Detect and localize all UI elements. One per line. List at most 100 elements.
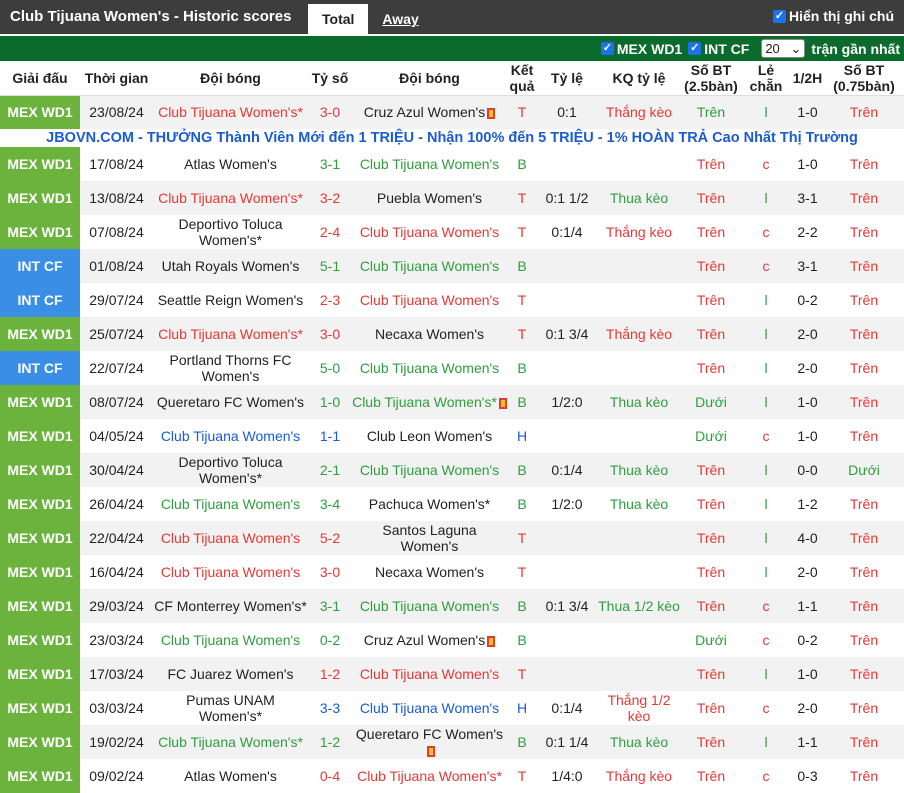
home-team-cell: CF Monterrey Women's* (153, 589, 308, 623)
team-name[interactable]: Santos Laguna Women's (382, 522, 476, 554)
team-name[interactable]: Club Tijuana Women's (360, 224, 499, 240)
team-name[interactable]: Club Tijuana Women's* (158, 734, 303, 750)
score-cell[interactable]: 0-2 (308, 623, 352, 657)
team-name[interactable]: Atlas Women's (184, 156, 277, 172)
league-cell[interactable]: INT CF (0, 249, 80, 283)
score-cell[interactable]: 1-0 (308, 385, 352, 419)
score-cell[interactable]: 1-1 (308, 419, 352, 453)
league-cell[interactable]: MEX WD1 (0, 759, 80, 793)
team-name[interactable]: Utah Royals Women's (162, 258, 300, 274)
league-cell[interactable]: MEX WD1 (0, 95, 80, 129)
team-name[interactable]: Necaxa Women's (375, 564, 484, 580)
team-name[interactable]: Club Tijuana Women's (360, 598, 499, 614)
league-cell[interactable]: MEX WD1 (0, 589, 80, 623)
league-cell[interactable]: INT CF (0, 283, 80, 317)
team-name[interactable]: Club Tijuana Women's (360, 700, 499, 716)
handicap-result-cell (597, 623, 681, 657)
league-cell[interactable]: MEX WD1 (0, 147, 80, 181)
score-cell[interactable]: 1-2 (308, 657, 352, 691)
score-cell[interactable]: 3-0 (308, 95, 352, 129)
score-cell[interactable]: 2-4 (308, 215, 352, 249)
league-cell[interactable]: MEX WD1 (0, 691, 80, 725)
league-cell[interactable]: MEX WD1 (0, 725, 80, 759)
team-name[interactable]: Atlas Women's (184, 768, 277, 784)
team-name[interactable]: Club Tijuana Women's* (352, 394, 497, 410)
league-cell[interactable]: MEX WD1 (0, 181, 80, 215)
team-name[interactable]: Seattle Reign Women's (158, 292, 304, 308)
score-cell[interactable]: 3-4 (308, 487, 352, 521)
team-name[interactable]: Deportivo Toluca Women's* (178, 454, 282, 486)
home-team-cell: Seattle Reign Women's (153, 283, 308, 317)
team-name[interactable]: Deportivo Toluca Women's* (178, 216, 282, 248)
team-name[interactable]: Club Tijuana Women's (161, 530, 300, 546)
league-cell[interactable]: MEX WD1 (0, 419, 80, 453)
ad-banner-link[interactable]: JBOVN.COM - THƯỞNG Thành Viên Mới đến 1 … (0, 129, 904, 147)
result-cell: B (507, 453, 537, 487)
league-cell[interactable]: MEX WD1 (0, 521, 80, 555)
team-name[interactable]: Club Tijuana Women's (161, 496, 300, 512)
league-cell[interactable]: MEX WD1 (0, 317, 80, 351)
score-cell[interactable]: 3-3 (308, 691, 352, 725)
table-row: MEX WD1 25/07/24 Club Tijuana Women's* 3-0 N… (0, 317, 904, 351)
score-cell[interactable]: 2-1 (308, 453, 352, 487)
over-under-cell: Dưới (681, 623, 741, 657)
score-cell[interactable]: 3-0 (308, 317, 352, 351)
checkbox-icon[interactable]: ✓ (773, 9, 786, 23)
league-cell[interactable]: MEX WD1 (0, 555, 80, 589)
team-name[interactable]: Club Tijuana Women's (360, 666, 499, 682)
tab-away[interactable]: Away (368, 4, 432, 34)
team-name[interactable]: Club Tijuana Women's (360, 462, 499, 478)
team-name[interactable]: Club Tijuana Women's* (158, 190, 303, 206)
team-name[interactable]: Club Tijuana Women's (161, 428, 300, 444)
team-name[interactable]: Club Leon Women's (367, 428, 492, 444)
league-cell[interactable]: MEX WD1 (0, 657, 80, 691)
team-name[interactable]: Necaxa Women's (375, 326, 484, 342)
team-name[interactable]: Club Tijuana Women's (360, 360, 499, 376)
team-name[interactable]: Pachuca Women's* (369, 496, 490, 512)
team-name[interactable]: Club Tijuana Women's* (357, 768, 502, 784)
league-cell[interactable]: MEX WD1 (0, 623, 80, 657)
team-name[interactable]: Club Tijuana Women's (360, 258, 499, 274)
date-cell: 16/04/24 (80, 555, 153, 589)
league-cell[interactable]: MEX WD1 (0, 487, 80, 521)
score-cell[interactable]: 3-1 (308, 589, 352, 623)
score-cell[interactable]: 3-2 (308, 181, 352, 215)
home-team-cell: Club Tijuana Women's (153, 623, 308, 657)
team-name[interactable]: Puebla Women's (377, 190, 482, 206)
league-cell[interactable]: INT CF (0, 351, 80, 385)
tab-total[interactable]: Total (308, 4, 369, 34)
team-name[interactable]: Club Tijuana Women's* (158, 104, 303, 120)
result-cell: B (507, 487, 537, 521)
league-cell[interactable]: MEX WD1 (0, 385, 80, 419)
checkbox-icon[interactable]: ✓ (688, 42, 702, 55)
team-name[interactable]: Cruz Azul Women's (364, 632, 485, 648)
team-name[interactable]: Pumas UNAM Women's* (186, 692, 275, 724)
team-name[interactable]: Club Tijuana Women's (161, 632, 300, 648)
filter-league-mex[interactable]: ✓ MEX WD1 (600, 41, 682, 57)
score-cell[interactable]: 1-2 (308, 725, 352, 759)
filter-league-intcf[interactable]: ✓ INT CF (688, 41, 749, 57)
team-name[interactable]: Portland Thorns FC Women's (170, 352, 292, 384)
team-name[interactable]: Club Tijuana Women's (360, 292, 499, 308)
league-cell[interactable]: MEX WD1 (0, 453, 80, 487)
team-name[interactable]: FC Juarez Women's (167, 666, 293, 682)
table-row: INT CF 29/07/24 Seattle Reign Women's 2-3 Cl… (0, 283, 904, 317)
team-name[interactable]: Queretaro FC Women's (157, 394, 304, 410)
match-count-select[interactable]: 20 ⌄ (761, 39, 806, 58)
league-cell[interactable]: MEX WD1 (0, 215, 80, 249)
team-name[interactable]: Club Tijuana Women's (360, 156, 499, 172)
score-cell[interactable]: 5-0 (308, 351, 352, 385)
show-note-toggle[interactable]: ✓ Hiển thị ghi chú (773, 8, 894, 24)
score-cell[interactable]: 3-0 (308, 555, 352, 589)
score-cell[interactable]: 0-4 (308, 759, 352, 793)
score-cell[interactable]: 5-2 (308, 521, 352, 555)
team-name[interactable]: Cruz Azul Women's (364, 104, 485, 120)
score-cell[interactable]: 5-1 (308, 249, 352, 283)
team-name[interactable]: Club Tijuana Women's (161, 564, 300, 580)
handicap-cell (537, 555, 597, 589)
checkbox-icon[interactable]: ✓ (600, 42, 614, 55)
team-name[interactable]: CF Monterrey Women's* (154, 598, 307, 614)
score-cell[interactable]: 3-1 (308, 147, 352, 181)
score-cell[interactable]: 2-3 (308, 283, 352, 317)
team-name[interactable]: Club Tijuana Women's* (158, 326, 303, 342)
